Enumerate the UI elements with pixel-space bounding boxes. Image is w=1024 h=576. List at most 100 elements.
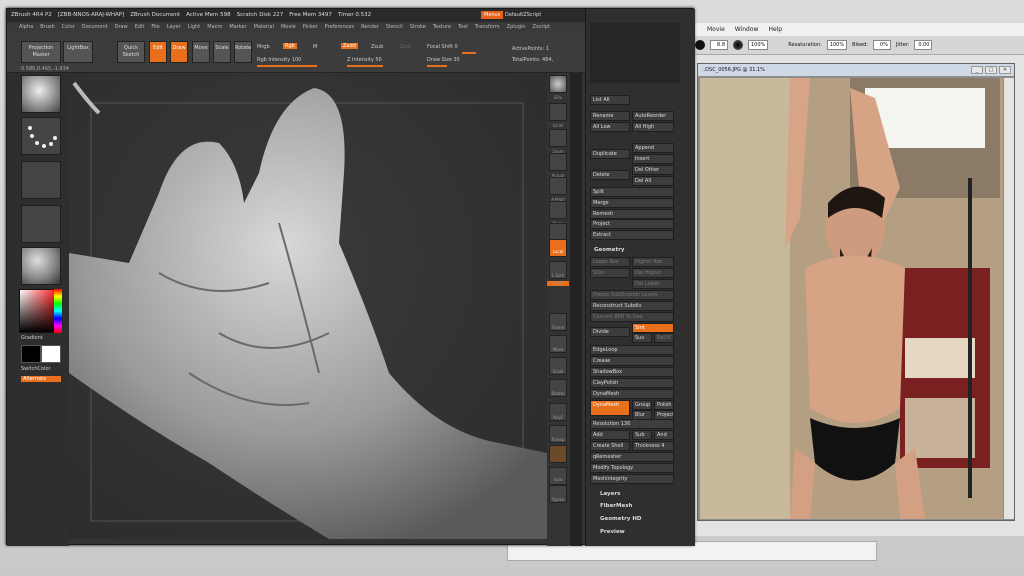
duplicate-button[interactable]: Duplicate [590,149,630,159]
rotate-button[interactable]: Rotate [234,41,252,63]
dynamesh-button[interactable]: DynaMesh [590,400,630,416]
draw-button[interactable]: Draw [170,41,188,63]
delete-button[interactable]: Delete [590,170,630,180]
crease-button[interactable]: Crease [590,356,674,366]
minimize-icon[interactable]: _ [971,66,983,74]
actual-button[interactable] [549,153,567,171]
divide-button[interactable]: Divide [590,327,630,337]
mesh-integrity-button[interactable]: MeshIntegrity [590,474,674,484]
smt-toggle[interactable]: Smt [632,323,674,333]
convert-bpr-button[interactable]: Convert BPR To Geo [590,312,674,322]
menu-picker[interactable]: Picker [303,24,318,31]
main-color-swatch[interactable] [21,345,41,363]
all-low-button[interactable]: All Low [590,122,630,132]
menu-material[interactable]: Material [254,24,274,31]
menu-brush[interactable]: Brush [40,24,54,31]
scroll-button[interactable] [549,103,567,121]
insert-button[interactable]: Insert [632,154,674,164]
aahalf-button[interactable] [549,177,567,195]
texture-thumbnail[interactable] [21,205,61,243]
del-other-button[interactable]: Del Other [632,165,674,175]
polish-toggle[interactable]: Polish [654,400,674,410]
preview-header[interactable]: Preview [600,529,625,535]
opacity-field[interactable]: 100% [748,40,769,50]
xyz-button[interactable]: XYZ [547,281,569,286]
autoreorder-button[interactable]: AutoReorder [632,111,674,121]
alternate-button[interactable]: Alternate [21,376,61,382]
lightbox-button[interactable]: LightBox [63,41,93,63]
dynamesh-header[interactable]: DynaMesh [590,389,674,399]
reconstruct-subdiv-button[interactable]: Reconstruct Subdiv [590,301,674,311]
canvas-scrollbar[interactable] [570,73,582,546]
create-shell-button[interactable]: Create Shell [590,441,630,451]
rgb-button[interactable]: Rgb [283,43,297,49]
menu-movie[interactable]: Movie [281,24,296,31]
menu-alpha[interactable]: Alpha [19,24,33,31]
rgb-intensity-slider[interactable]: Rgb Intensity 100 [257,57,301,63]
extract-button[interactable]: Extract [590,230,674,240]
split-button[interactable]: Split [590,187,674,197]
rename-button[interactable]: Rename [590,111,630,121]
local-button[interactable] [549,239,567,257]
ps-vertical-scrollbar[interactable] [1004,78,1014,519]
m-button[interactable]: M [313,44,317,50]
all-high-button[interactable]: All High [632,122,674,132]
freeze-subdiv-button[interactable]: Freeze SubDivision Levels [590,290,674,300]
resolution-slider[interactable]: Resolution 136 [590,419,674,429]
draw-size-slider[interactable]: Draw Size 35 [427,57,460,63]
project-button[interactable]: Project [590,219,674,229]
edgeloop-button[interactable]: EdgeLoop [590,345,674,355]
menu-edit[interactable]: Edit [135,24,145,31]
brush-preview-icon[interactable] [695,40,705,50]
sculpt-canvas[interactable] [69,73,547,539]
menu-file[interactable]: File [151,24,159,31]
lower-res-button[interactable]: Lower Res [590,257,630,267]
ps-menu-help[interactable]: Help [768,26,782,33]
geometry-header[interactable]: Geometry [594,247,624,253]
resaturation-field[interactable]: 100% [826,40,848,50]
close-icon[interactable]: ✕ [999,66,1011,74]
menu-texture[interactable]: Texture [433,24,451,31]
alpha-thumbnail[interactable] [21,161,61,199]
sub-button[interactable]: Sub [632,430,652,440]
stroke-thumbnail[interactable] [21,117,61,155]
sdiv-slider[interactable]: SDiv [590,268,630,278]
menu-transform[interactable]: Transform [475,24,500,31]
gradient-label[interactable]: Gradient [21,335,43,341]
append-button[interactable]: Append [632,143,674,153]
brush-thumbnail[interactable] [21,75,61,113]
hue-strip[interactable] [54,289,62,333]
menu-layer[interactable]: Layer [167,24,181,31]
claypolish-button[interactable]: ClayPolish [590,378,674,388]
switch-color-button[interactable]: SwitchColor [21,366,51,372]
jitter-field[interactable]: 0.00 [914,40,933,50]
material-thumbnail[interactable] [21,247,61,285]
geometry-hd-header[interactable]: Geometry HD [600,516,642,522]
secondary-color-swatch[interactable] [41,345,61,363]
zcut-button[interactable]: Zcut [400,44,411,50]
bleed-field[interactable]: 0% [872,40,891,50]
suv-toggle[interactable]: Suv [632,333,652,343]
reuv-toggle[interactable]: ReUV [654,333,674,343]
persp-button[interactable] [549,201,567,219]
maximize-icon[interactable]: □ [985,66,997,74]
group-toggle[interactable]: Group [632,400,652,410]
scale-button[interactable]: Scale [213,41,231,63]
qremesher-button[interactable]: qRemesher [590,452,674,462]
subtool-list[interactable] [590,23,680,83]
layers-header[interactable]: Layers [600,491,620,497]
del-lower-button[interactable]: Del Lower [632,279,674,289]
menu-marker[interactable]: Marker [229,24,246,31]
shadowbox-button[interactable]: ShadowBox [590,367,674,377]
menu-zplugin[interactable]: Zplugin [507,24,526,31]
add-button[interactable]: Add [590,430,630,440]
remesh-button[interactable]: Remesh [590,209,674,219]
menu-stroke[interactable]: Stroke [410,24,426,31]
thickness-slider[interactable]: Thickness 4 [632,441,674,451]
default-zscript-button[interactable]: DefaultZScript [505,12,541,18]
ghost-button[interactable] [549,445,567,463]
merge-button[interactable]: Merge [590,198,674,208]
menu-color[interactable]: Color [62,24,75,31]
menu-tool[interactable]: Tool [458,24,468,31]
menu-render[interactable]: Render [361,24,379,31]
